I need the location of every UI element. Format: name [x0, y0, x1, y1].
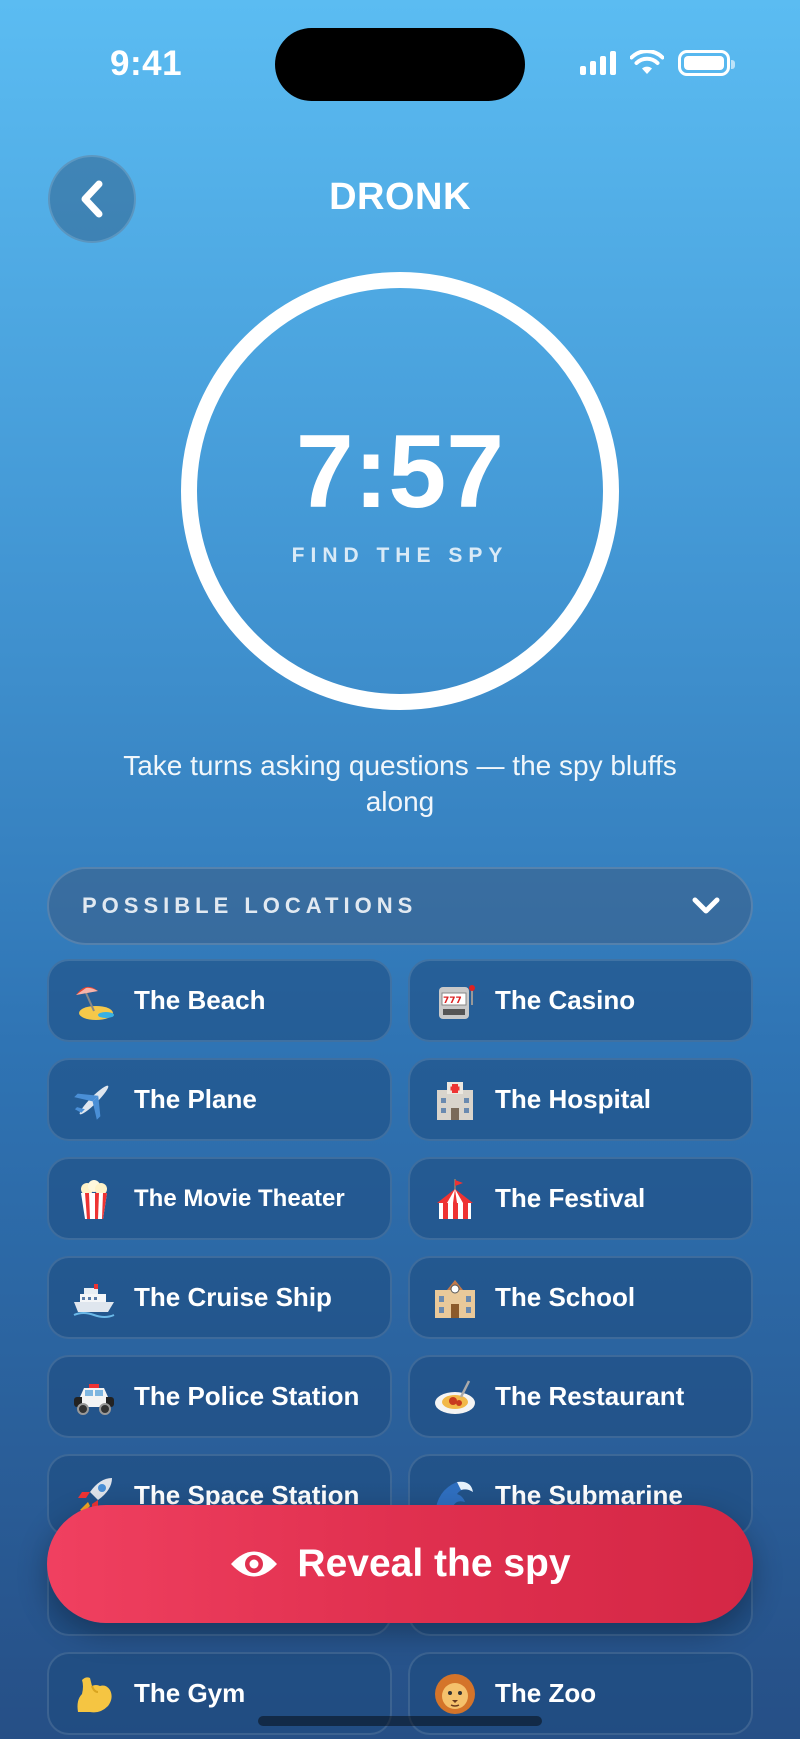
- battery-icon: [678, 50, 735, 76]
- flexed-biceps-icon: [72, 1672, 116, 1716]
- eye-icon: [231, 1551, 278, 1577]
- location-card[interactable]: The Beach: [47, 959, 392, 1042]
- timer-caption: FIND THE SPY: [291, 544, 509, 567]
- beach-umbrella-icon: [72, 979, 116, 1023]
- wifi-icon: [630, 50, 664, 74]
- location-label: The Festival: [495, 1183, 646, 1213]
- svg-text:777: 777: [443, 996, 462, 1006]
- chevron-down-icon: [692, 897, 720, 914]
- dynamic-island: [275, 28, 525, 101]
- popcorn-icon: [72, 1177, 116, 1221]
- location-card[interactable]: The Hospital: [408, 1058, 753, 1141]
- status-icons: [580, 50, 735, 76]
- reveal-spy-button[interactable]: Reveal the spy: [47, 1505, 753, 1623]
- ship-icon: [72, 1276, 116, 1320]
- location-card[interactable]: The School: [408, 1256, 753, 1339]
- location-label: The Cruise Ship: [134, 1282, 332, 1312]
- location-label: The Zoo: [495, 1678, 597, 1708]
- hospital-icon: [433, 1078, 477, 1122]
- circus-tent-icon: [433, 1177, 477, 1221]
- location-label: The Gym: [134, 1678, 246, 1708]
- airplane-icon: [72, 1078, 116, 1122]
- location-label: The School: [495, 1282, 636, 1312]
- spaghetti-icon: [433, 1375, 477, 1419]
- location-label: The Hospital: [495, 1084, 652, 1114]
- location-card[interactable]: The Plane: [47, 1058, 392, 1141]
- instructions-text: Take turns asking questions — the spy bl…: [123, 750, 677, 817]
- location-label: The Movie Theater: [134, 1184, 345, 1212]
- location-label: The Restaurant: [495, 1381, 685, 1411]
- location-label: The Beach: [134, 985, 266, 1015]
- location-label: The Plane: [134, 1084, 257, 1114]
- location-label: The Casino: [495, 985, 636, 1015]
- location-card[interactable]: The Restaurant: [408, 1355, 753, 1438]
- location-card[interactable]: The Movie Theater: [47, 1157, 392, 1240]
- page-title: DRONK: [329, 176, 471, 218]
- location-card[interactable]: The Cruise Ship: [47, 1256, 392, 1339]
- location-card[interactable]: 777 The Casino: [408, 959, 753, 1042]
- status-time: 9:41: [110, 44, 183, 83]
- cellular-signal-icon: [580, 51, 616, 75]
- home-indicator[interactable]: [258, 1716, 542, 1726]
- slot-machine-icon: 777: [433, 979, 477, 1023]
- locations-header-label: POSSIBLE LOCATIONS: [82, 893, 418, 918]
- police-car-icon: [72, 1375, 116, 1419]
- timer-value: 7:57: [295, 414, 505, 530]
- location-label: The Police Station: [134, 1381, 360, 1411]
- locations-toggle[interactable]: POSSIBLE LOCATIONS: [47, 867, 753, 945]
- status-bar: 9:41: [0, 0, 800, 130]
- lion-icon: [433, 1672, 477, 1716]
- school-icon: [433, 1276, 477, 1320]
- location-card[interactable]: The Festival: [408, 1157, 753, 1240]
- reveal-spy-label: Reveal the spy: [297, 1542, 571, 1585]
- location-card[interactable]: The Police Station: [47, 1355, 392, 1438]
